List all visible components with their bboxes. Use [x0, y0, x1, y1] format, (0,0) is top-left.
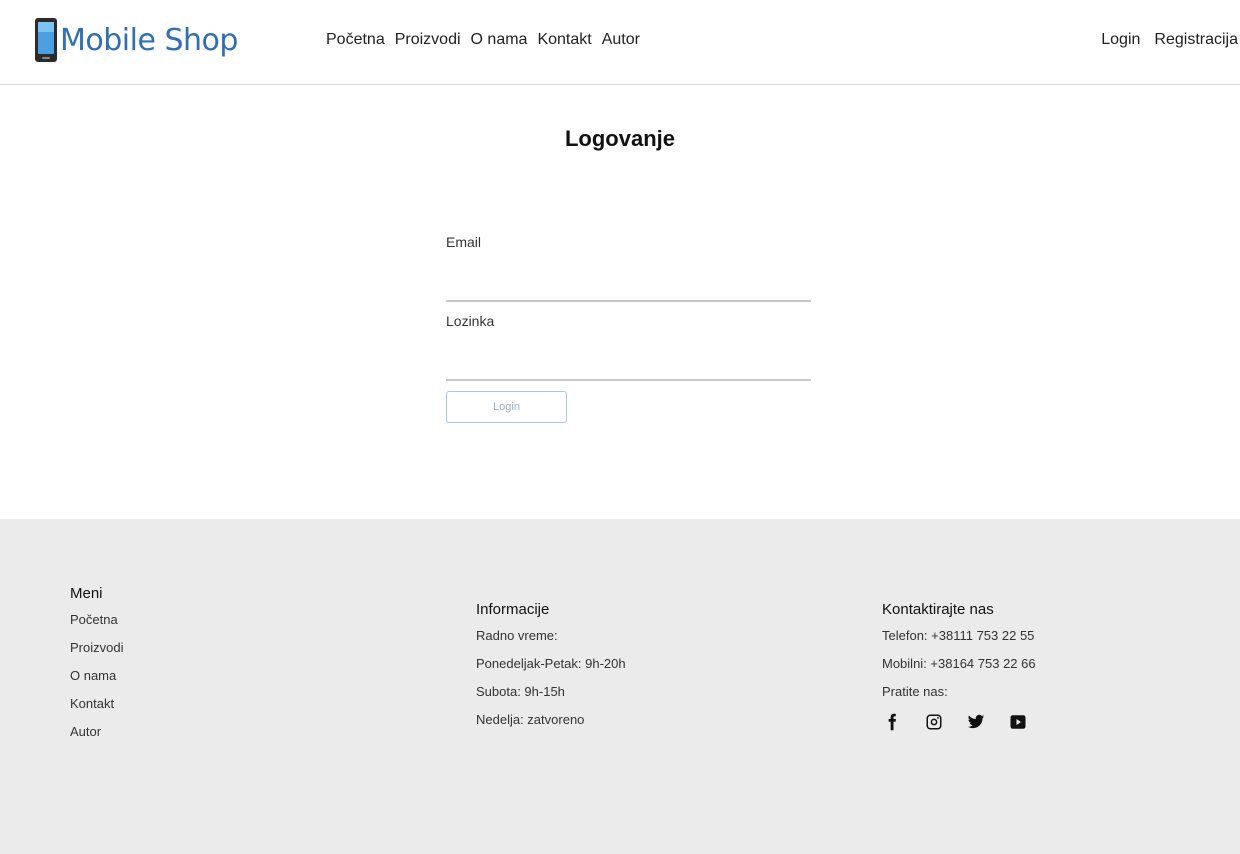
footer-link-o-nama[interactable]: O nama [70, 662, 123, 690]
register-link[interactable]: Registracija [1154, 31, 1238, 49]
password-label: Lozinka [446, 313, 495, 329]
page: Mobile Shop Početna Proizvodi O nama Kon… [0, 0, 1240, 854]
logo-link[interactable]: Mobile Shop [34, 14, 238, 66]
phone-icon [35, 18, 57, 62]
contact-mobile: Mobilni: +38164 753 22 66 [882, 656, 1036, 671]
email-input[interactable] [446, 274, 811, 302]
footer-link-pocetna[interactable]: Početna [70, 606, 123, 634]
instagram-icon[interactable] [924, 712, 944, 732]
main-nav: Početna Proizvodi O nama Kontakt Autor [326, 31, 640, 49]
nav-item-autor[interactable]: Autor [602, 31, 640, 49]
working-hours-label: Radno vreme: [476, 628, 558, 643]
social-links [882, 712, 1036, 732]
site-header: Mobile Shop Početna Proizvodi O nama Kon… [0, 0, 1240, 85]
footer-link-autor[interactable]: Autor [70, 718, 123, 746]
hours-saturday: Subota: 9h-15h [476, 684, 565, 699]
footer-link-proizvodi[interactable]: Proizvodi [70, 634, 123, 662]
contact-phone: Telefon: +38111 753 22 55 [882, 628, 1035, 643]
footer-info-title: Informacije [476, 601, 550, 618]
follow-us-label: Pratite nas: [882, 684, 948, 699]
page-title: Logovanje [564, 126, 675, 151]
facebook-icon[interactable] [882, 712, 902, 732]
password-input[interactable] [446, 353, 811, 381]
nav-item-o-nama[interactable]: O nama [471, 31, 528, 49]
footer-menu: Meni Početna Proizvodi O nama Kontakt Au… [70, 585, 123, 746]
youtube-icon[interactable] [1008, 712, 1028, 732]
nav-item-kontakt[interactable]: Kontakt [537, 31, 591, 49]
login-link[interactable]: Login [1101, 31, 1140, 49]
login-button[interactable]: Login [446, 391, 567, 423]
logo-text: Mobile Shop [60, 22, 238, 58]
footer-menu-title: Meni [70, 585, 103, 602]
twitter-icon[interactable] [966, 712, 986, 732]
site-footer: Meni Početna Proizvodi O nama Kontakt Au… [0, 519, 1240, 854]
nav-item-proizvodi[interactable]: Proizvodi [395, 31, 461, 49]
hours-sunday: Nedelja: zatvoreno [476, 712, 585, 727]
login-form: Email Lozinka Login [446, 230, 811, 423]
footer-contact: Kontaktirajte nas Telefon: +38111 753 22… [882, 601, 1036, 732]
auth-links: Login Registracija [1101, 31, 1238, 49]
footer-info: Informacije Radno vreme: Ponedeljak-Peta… [476, 601, 626, 734]
hours-weekdays: Ponedeljak-Petak: 9h-20h [476, 656, 626, 671]
footer-link-kontakt[interactable]: Kontakt [70, 690, 123, 718]
nav-item-pocetna[interactable]: Početna [326, 31, 385, 49]
footer-contact-title: Kontaktirajte nas [882, 601, 994, 618]
email-label: Email [446, 234, 482, 250]
